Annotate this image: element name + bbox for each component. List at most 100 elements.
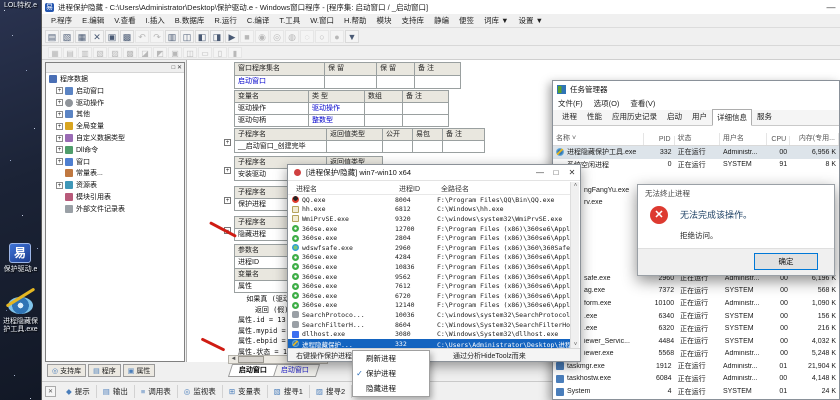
toolbar-icon[interactable]: ▣: [105, 30, 119, 43]
toolbar-icon[interactable]: ▣: [168, 47, 182, 58]
toolbar-icon[interactable]: ▩: [120, 30, 134, 43]
tree-item[interactable]: 模块引用表: [46, 191, 184, 203]
popup-maximize-button[interactable]: □: [548, 168, 564, 177]
taskmgr-process-row[interactable]: ag.exe 7372 正在运行 SYSTEM 00 568 K: [553, 285, 839, 298]
process-row[interactable]: 360se.exe 4284 F:\Program Files (x86)\36…: [288, 253, 571, 263]
column-user[interactable]: 用户名: [720, 133, 767, 145]
expander-icon[interactable]: [56, 194, 63, 201]
taskmgr-tab[interactable]: 应用历史记录: [607, 108, 662, 125]
toolbar-icon[interactable]: ◍: [285, 30, 299, 43]
toolbar-icon[interactable]: ◉: [255, 30, 269, 43]
statusbar-tab[interactable]: ▤ 输出: [96, 385, 134, 398]
toolbar-icon[interactable]: ▼: [345, 30, 359, 43]
column-status[interactable]: 状态: [675, 133, 720, 145]
taskmgr-tab[interactable]: 性能: [582, 108, 607, 125]
taskmgr-process-row[interactable]: System 4 正在运行 SYSTEM 01 24 K: [553, 385, 839, 398]
process-row[interactable]: 360se.exe 9562 F:\Program Files (x86)\36…: [288, 272, 571, 282]
toolbar-icon[interactable]: ▦: [75, 30, 89, 43]
toolbar-icon[interactable]: ▧: [60, 30, 74, 43]
tree-panel-tab[interactable]: ◎ 支持库: [47, 364, 86, 377]
taskmgr-process-row[interactable]: iewer_Servic... 4484 正在运行 SYSTEM 00 4,03…: [553, 335, 839, 348]
toolbar-icon[interactable]: ◩: [153, 47, 167, 58]
menu-item[interactable]: C.编译: [242, 15, 275, 26]
taskmgr-tab[interactable]: 启动: [662, 108, 687, 125]
vertical-scrollbar[interactable]: ˄ ˅: [570, 182, 579, 349]
scroll-left-icon[interactable]: ◄: [229, 356, 238, 363]
process-row[interactable]: SearchProtoco... 10036 C:\windows\system…: [288, 310, 571, 320]
scrollbar-thumb[interactable]: [238, 356, 264, 363]
popup-column-name[interactable]: 进程名: [296, 184, 317, 194]
taskmgr-process-row[interactable]: [553, 171, 839, 184]
column-name[interactable]: 名称 ˅: [553, 133, 644, 145]
process-row[interactable]: dllhost.exe 3080 C:\Windows\System32\dll…: [288, 329, 571, 339]
process-row[interactable]: hh.exe 6812 C:\Windows\hh.exe: [288, 205, 571, 215]
toolbar-icon[interactable]: ●: [330, 30, 344, 43]
toolbar-icon[interactable]: ▥: [78, 47, 92, 58]
expander-icon[interactable]: +: [56, 135, 63, 142]
taskmgr-process-row[interactable]: taskmgr.exe 1912 正在运行 Administr... 01 21…: [553, 360, 839, 373]
tree-item[interactable]: 常量表...: [46, 168, 184, 180]
menu-item[interactable]: H.帮助: [339, 15, 372, 26]
tree-panel-tab[interactable]: ▣ 属性: [123, 364, 156, 377]
toolbar-icon[interactable]: ▥: [165, 30, 179, 43]
toolbar-icon[interactable]: ▦: [48, 47, 62, 58]
menu-item[interactable]: W.窗口: [305, 15, 339, 26]
expander-icon[interactable]: +: [56, 123, 63, 130]
menu-item[interactable]: V.查看: [109, 15, 140, 26]
toolbar-icon[interactable]: ▯: [213, 47, 227, 58]
process-row[interactable]: 360se.exe 12700 F:\Program Files (x86)\3…: [288, 224, 571, 234]
taskmgr-process-row[interactable]: form.exe 10100 正在运行 Administr... 00 1,09…: [553, 297, 839, 310]
column-memory[interactable]: 内存(专用...: [790, 133, 839, 145]
toolbar-icon[interactable]: ▧: [93, 47, 107, 58]
statusbar-tab[interactable]: ≡ 调用表: [134, 385, 177, 398]
popup-column-pid[interactable]: 进程ID: [399, 184, 420, 194]
menu-item[interactable]: T.工具: [274, 15, 305, 26]
statusbar-tab[interactable]: ▨ 搜寻2: [309, 385, 351, 398]
toolbar-icon[interactable]: ○: [315, 30, 329, 43]
toolbar-icon[interactable]: ▭: [198, 47, 212, 58]
taskmgr-process-row[interactable]: 进程隐藏保护工具.exe 332 正在运行 Administr... 00 6,…: [553, 146, 839, 159]
expander-icon[interactable]: +: [56, 182, 63, 189]
expander-icon[interactable]: [56, 205, 63, 212]
context-menu-item[interactable]: ✓ 保护进程: [353, 366, 429, 381]
context-menu-item[interactable]: 刷新进程: [353, 351, 429, 366]
statusbar-tab[interactable]: ◎ 监视表: [177, 385, 222, 398]
tree-item[interactable]: 外部文件记录表: [46, 203, 184, 215]
toolbar-icon[interactable]: ◎: [270, 30, 284, 43]
process-row[interactable]: SearchFilterH... 8604 C:\Windows\System3…: [288, 320, 571, 330]
tree-item[interactable]: + Dll命令: [46, 144, 184, 156]
toolbar-icon[interactable]: ↶: [135, 30, 149, 43]
ok-button[interactable]: 确定: [754, 253, 818, 270]
tree-item[interactable]: + 全局变量: [46, 120, 184, 132]
toolbar-icon[interactable]: ▮: [228, 47, 242, 58]
tree-item[interactable]: + 其他: [46, 109, 184, 121]
fold-marker[interactable]: +: [224, 139, 231, 146]
expander-icon[interactable]: +: [56, 87, 63, 94]
tree-panel-dock-buttons[interactable]: □ ✕: [46, 63, 184, 73]
tree-panel-tab[interactable]: ▤ 程序: [88, 364, 121, 377]
taskmgr-process-row[interactable]: 系统空闲进程 0 正在运行 SYSTEM 91 8 K: [553, 159, 839, 172]
statusbar-tab[interactable]: ◆ 提示: [60, 385, 96, 398]
expander-icon[interactable]: +: [56, 99, 63, 106]
menu-item[interactable]: B.数据库: [170, 15, 210, 26]
menu-item[interactable]: E.编辑: [77, 15, 109, 26]
process-row[interactable]: 360se.exe 7612 F:\Program Files (x86)\36…: [288, 281, 571, 291]
popup-minimize-button[interactable]: —: [532, 168, 548, 177]
tree-item[interactable]: + 资源表: [46, 179, 184, 191]
taskmgr-process-row[interactable]: iewer.exe 5568 正在运行 Administr... 00 5,24…: [553, 348, 839, 361]
desktop-icon-driver-label[interactable]: 保护驱动.e: [0, 266, 41, 274]
menu-item[interactable]: 词库 ▼: [479, 15, 514, 26]
context-menu-item[interactable]: 隐藏进程: [353, 381, 429, 396]
desktop-icon-tool-label[interactable]: 进程隐藏保护工具.exe: [0, 318, 41, 334]
process-row[interactable]: WmiPrvSE.exe 9320 C:\windows\system32\Wm…: [288, 214, 571, 224]
expander-icon[interactable]: +: [56, 158, 63, 165]
expander-icon[interactable]: +: [56, 111, 63, 118]
process-row[interactable]: 360se.exe 10836 F:\Program Files (x86)\3…: [288, 262, 571, 272]
taskmgr-process-row[interactable]: .exe 6340 正在运行 SYSTEM 00 156 K: [553, 310, 839, 323]
toolbar-icon[interactable]: ■: [240, 30, 254, 43]
taskmgr-tab[interactable]: 进程: [557, 108, 582, 125]
process-row[interactable]: 360se.exe 2804 F:\Program Files (x86)\36…: [288, 233, 571, 243]
editor-tab[interactable]: 启动窗口: [228, 364, 278, 377]
toolbar-icon[interactable]: ▤: [45, 30, 59, 43]
expander-icon[interactable]: [56, 170, 63, 177]
